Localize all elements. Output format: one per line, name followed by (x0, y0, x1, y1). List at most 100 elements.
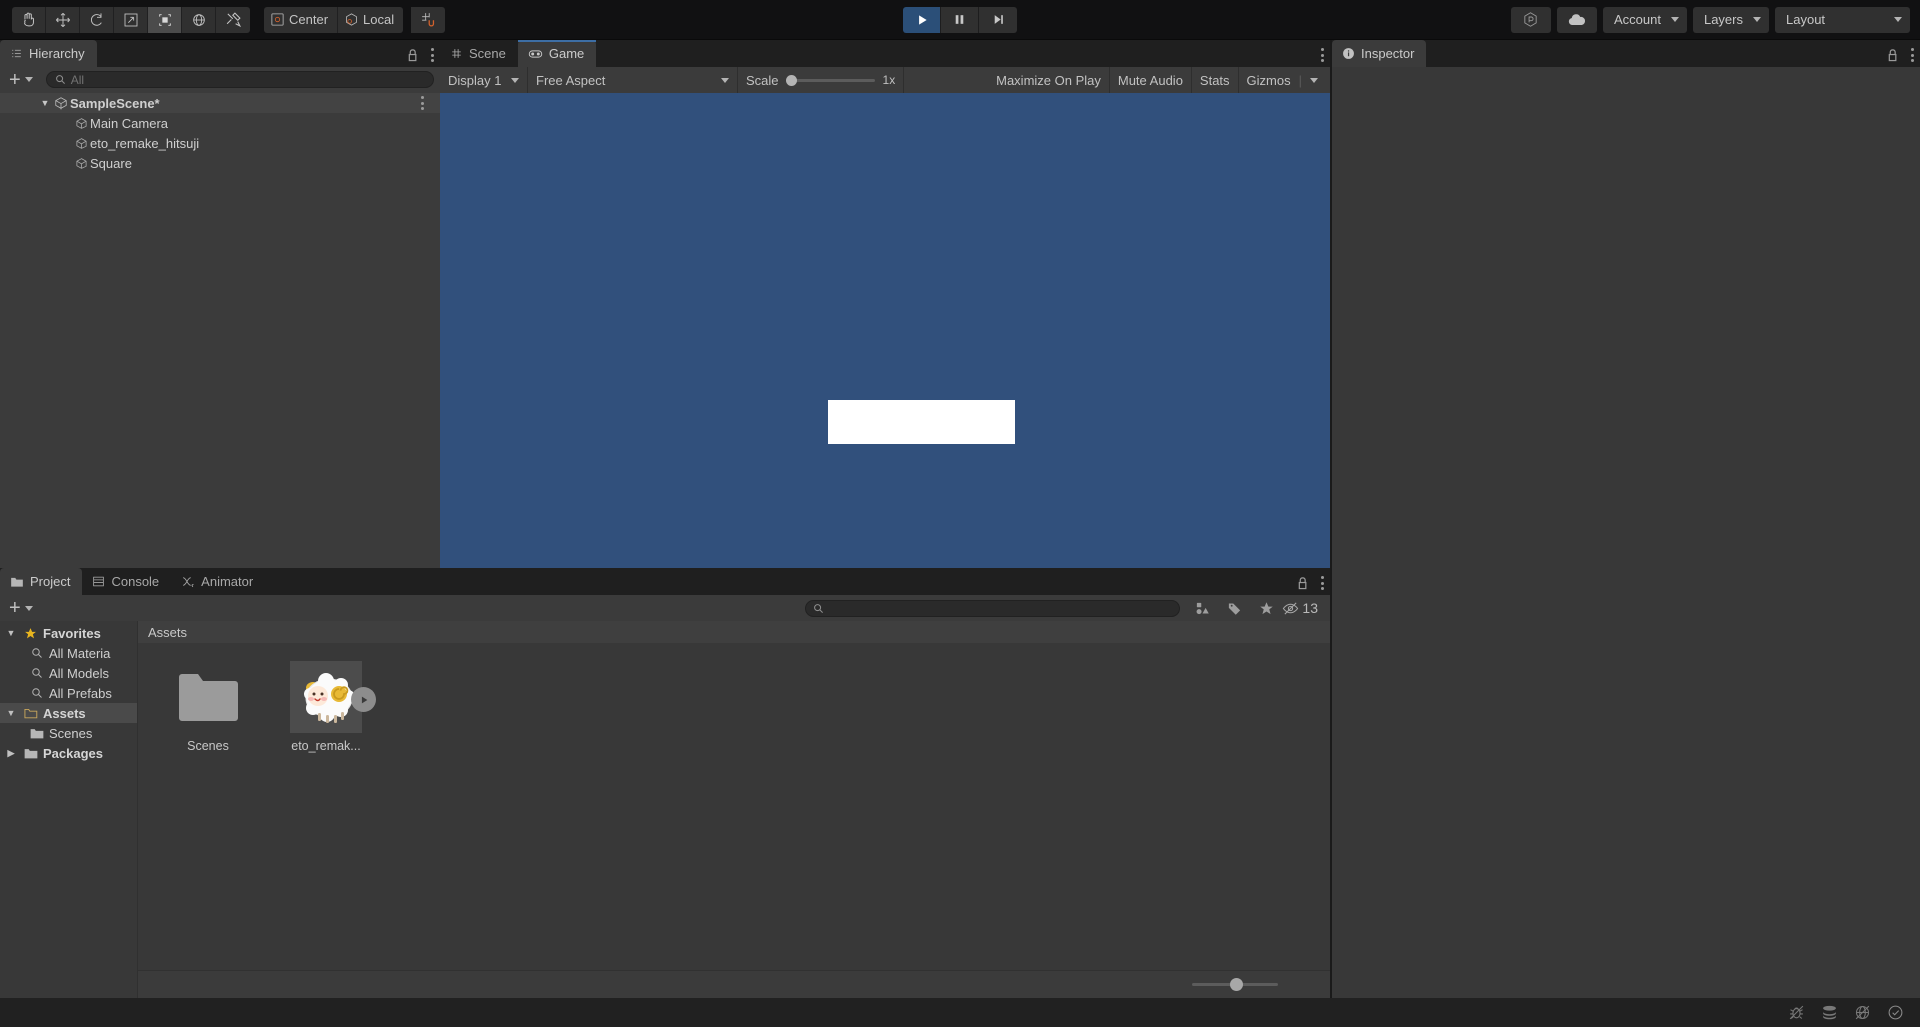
rect-tool-button[interactable] (148, 6, 182, 33)
layers-icon[interactable] (1813, 998, 1846, 1027)
filter-by-label-icon[interactable] (1218, 597, 1250, 619)
hierarchy-scene-row[interactable]: ▼ SampleScene* (0, 93, 440, 113)
game-view-canvas[interactable] (440, 93, 1330, 568)
hierarchy-tab-label: Hierarchy (29, 46, 85, 61)
create-object-button[interactable]: + (6, 68, 36, 91)
mute-audio-toggle[interactable]: Mute Audio (1110, 67, 1192, 93)
aspect-dropdown[interactable]: Free Aspect (528, 67, 738, 93)
expand-arrow-icon[interactable]: ▼ (38, 98, 52, 108)
animator-icon (183, 577, 194, 588)
hierarchy-tree: ▼ SampleScene* Main Camera eto_remake_hit… (0, 92, 440, 568)
project-search-input[interactable] (805, 599, 1181, 617)
project-tree-label: All Prefabs (49, 685, 112, 701)
maximize-on-play-toggle[interactable]: Maximize On Play (988, 67, 1110, 93)
project-tree-item[interactable]: All Materia (0, 643, 137, 663)
cloud-icon[interactable] (1556, 6, 1597, 33)
expand-arrow-icon[interactable]: ▶ (4, 748, 18, 759)
hidden-packages-count[interactable]: 13 (1282, 600, 1324, 616)
tab-game[interactable]: Game (517, 40, 597, 67)
rotate-tool-button[interactable] (80, 6, 114, 33)
project-tree-item[interactable]: All Prefabs (0, 683, 137, 703)
hierarchy-search-placeholder: All (70, 72, 85, 87)
hierarchy-item-label: Main Camera (90, 115, 169, 131)
project-tree-item[interactable]: ▼ Favorites (0, 623, 137, 643)
scale-slider-group[interactable]: Scale 1x (738, 67, 905, 93)
play-button[interactable] (903, 6, 941, 33)
favorite-star-icon[interactable] (1250, 597, 1282, 619)
inspector-menu-icon[interactable] (1911, 48, 1914, 62)
folder-thumbnail (172, 661, 244, 733)
handle-rotation-button[interactable]: Local (338, 6, 404, 33)
project-tree-item[interactable]: Scenes (0, 723, 137, 743)
layout-dropdown[interactable]: Layout (1775, 6, 1910, 33)
hierarchy-icon (12, 49, 21, 58)
project-tab-actions (1297, 576, 1324, 590)
gameobject-icon (72, 157, 90, 170)
transform-tool-button[interactable] (182, 6, 216, 33)
project-menu-icon[interactable] (1321, 576, 1324, 590)
hand-tool-button[interactable] (12, 6, 46, 33)
hierarchy-item[interactable]: Square (0, 153, 440, 173)
scale-tool-button[interactable] (114, 6, 148, 33)
tab-scene[interactable]: Scene (440, 40, 518, 67)
bug-slash-icon[interactable] (1780, 998, 1813, 1027)
step-button[interactable] (979, 6, 1017, 33)
custom-tool-button[interactable] (216, 6, 250, 33)
scene-menu-icon[interactable] (421, 96, 424, 110)
tab-inspector[interactable]: Inspector (1332, 40, 1427, 67)
display-dropdown[interactable]: Display 1 (440, 67, 528, 93)
project-tree-item[interactable]: All Models (0, 663, 137, 683)
asset-item-scenes[interactable]: Scenes (162, 661, 254, 753)
scale-slider[interactable] (785, 74, 875, 86)
scale-slider-knob[interactable] (785, 74, 797, 86)
lock-icon[interactable] (1297, 576, 1310, 590)
grid-snapping-button[interactable] (411, 6, 446, 33)
move-tool-button[interactable] (46, 6, 80, 33)
layers-dropdown[interactable]: Layers (1692, 6, 1769, 33)
tab-console[interactable]: Console (82, 568, 171, 595)
project-tree-item[interactable]: ▼ Assets (0, 703, 137, 723)
tab-game-label: Game (548, 46, 585, 61)
lock-icon[interactable] (407, 48, 420, 62)
gameview-tab-actions (1321, 48, 1324, 62)
project-create-button[interactable]: + (6, 598, 36, 618)
square-sprite (828, 400, 1015, 444)
project-asset-browser: Assets Scenes eto_remak... (138, 621, 1330, 998)
tab-inspector-label: Inspector (1361, 46, 1415, 61)
collab-icon[interactable] (1510, 6, 1551, 33)
expand-arrow-icon[interactable]: ▼ (4, 628, 18, 638)
globe-slash-icon[interactable] (1846, 998, 1879, 1027)
play-controls-group (903, 6, 1017, 33)
pivot-mode-label: Center (289, 12, 329, 27)
filter-by-type-icon[interactable] (1186, 597, 1218, 619)
lock-icon[interactable] (1887, 48, 1900, 62)
breadcrumb[interactable]: Assets (138, 621, 1330, 643)
hierarchy-menu-icon[interactable] (431, 48, 434, 62)
account-dropdown[interactable]: Account (1602, 6, 1687, 33)
hierarchy-tabbar: Hierarchy (0, 40, 440, 67)
info-icon (1343, 48, 1354, 59)
maximize-on-play-label: Maximize On Play (996, 72, 1101, 88)
expand-arrow-icon[interactable]: ▼ (4, 708, 18, 718)
gameview-menu-icon[interactable] (1321, 48, 1324, 62)
pivot-mode-button[interactable]: Center (264, 6, 339, 33)
tab-hierarchy[interactable]: Hierarchy (0, 40, 97, 67)
check-circle-icon[interactable] (1879, 998, 1912, 1027)
hierarchy-search-input[interactable]: All (45, 71, 434, 88)
gizmos-label: Gizmos (1246, 72, 1291, 88)
thumbnail-size-knob[interactable] (1230, 978, 1243, 991)
stats-toggle[interactable]: Stats (1192, 67, 1239, 93)
sprite-expand-icon[interactable] (351, 687, 376, 712)
project-tree-item[interactable]: ▶ Packages (0, 743, 137, 763)
hierarchy-item[interactable]: eto_remake_hitsuji (0, 133, 440, 153)
thumbnail-size-slider[interactable] (1192, 978, 1278, 991)
tab-project[interactable]: Project (0, 568, 83, 595)
plus-icon: + (9, 68, 21, 91)
account-label: Account (1613, 12, 1661, 27)
pause-button[interactable] (941, 6, 979, 33)
hierarchy-item[interactable]: Main Camera (0, 113, 440, 133)
asset-item-sprite[interactable]: eto_remak... (280, 661, 376, 753)
tab-animator[interactable]: Animator (171, 568, 265, 595)
scale-value-label: 1x (882, 73, 896, 87)
gizmos-dropdown[interactable]: Gizmos | (1239, 67, 1330, 93)
